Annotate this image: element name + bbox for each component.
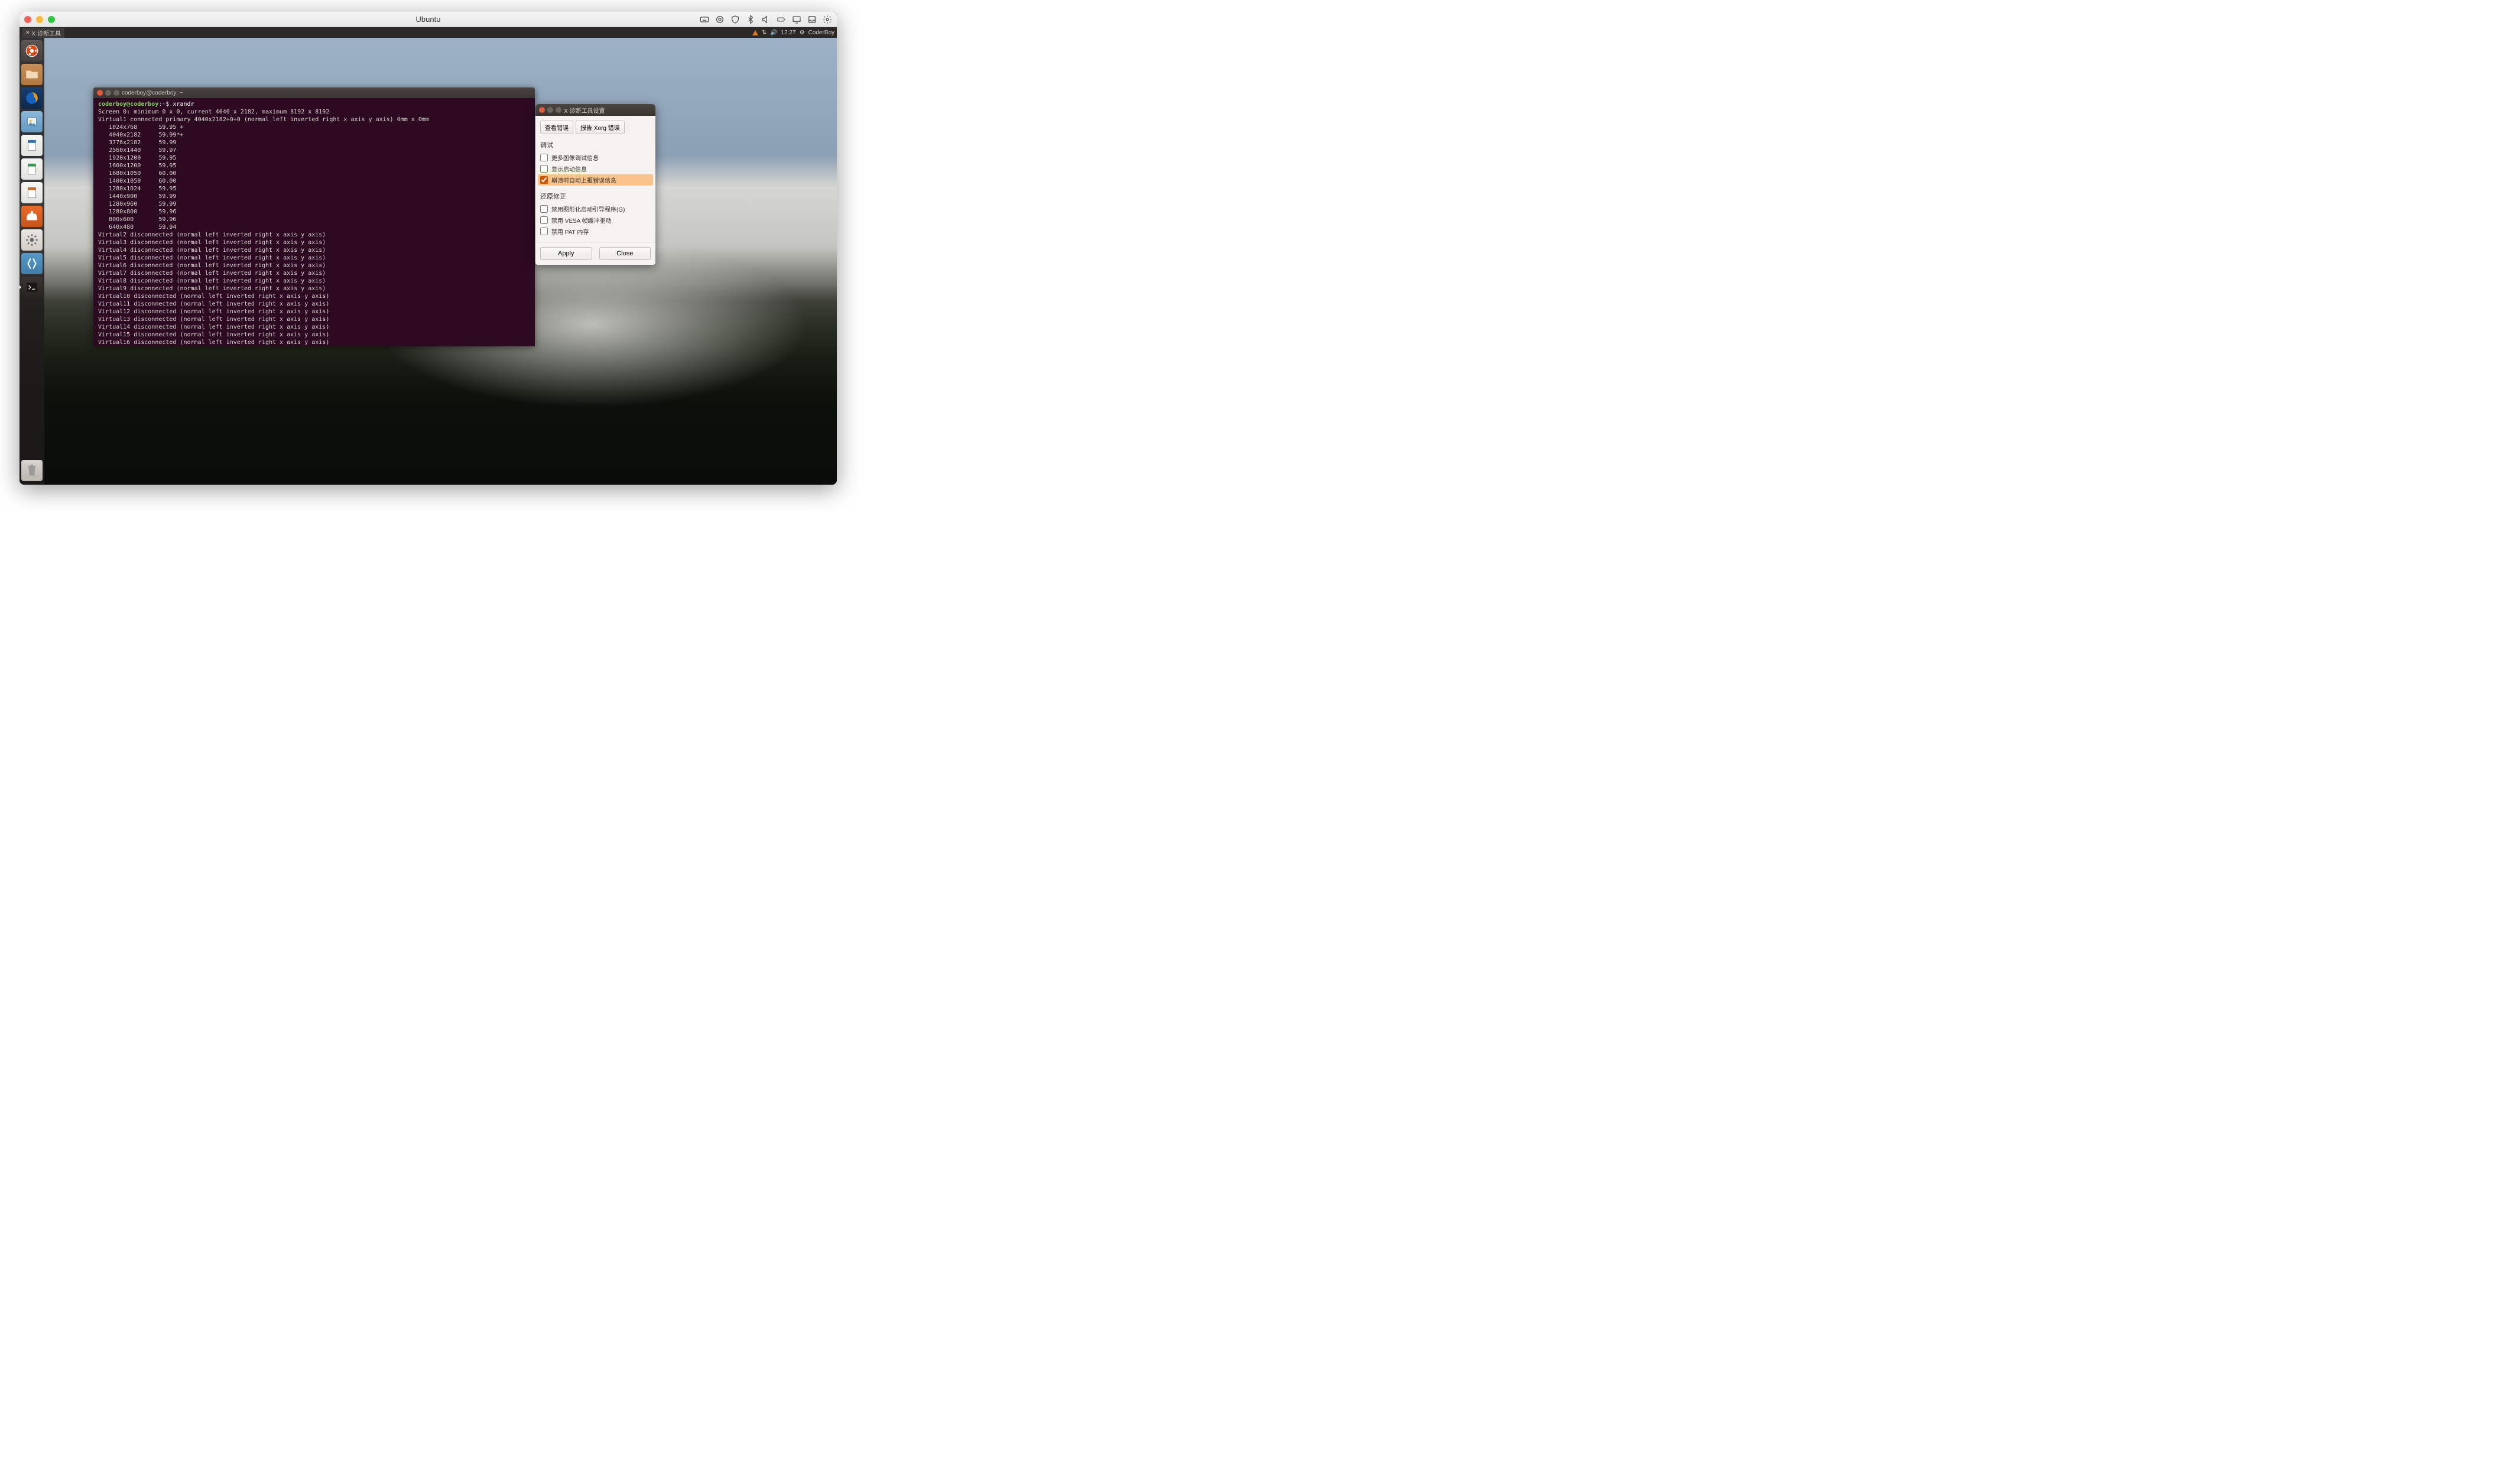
speaker-icon[interactable]	[761, 15, 771, 24]
launcher-terminal[interactable]	[21, 277, 43, 298]
terminal-title: coderboy@coderboy: ~	[122, 90, 183, 96]
apply-button[interactable]: Apply	[540, 247, 592, 260]
mac-titlebar: Ubuntu	[20, 12, 837, 27]
checkbox-disable-pat[interactable]: 禁用 PAT 内存	[540, 226, 651, 237]
battery-icon[interactable]	[777, 15, 786, 24]
xdiagnose-dialog: X 诊断工具设置 查看错误 报告 Xorg 错误 调试 更多图像调试信息 显示启…	[535, 104, 655, 265]
dialog-close-icon[interactable]	[539, 107, 545, 113]
tray-user-icon[interactable]: ⚙	[800, 30, 805, 36]
report-xorg-button[interactable]: 报告 Xorg 错误	[576, 121, 625, 134]
keyboard-icon[interactable]	[700, 15, 709, 24]
dialog-titlebar[interactable]: X 诊断工具设置	[535, 104, 655, 116]
view-errors-button[interactable]: 查看错误	[540, 121, 573, 134]
terminal-titlebar[interactable]: coderboy@coderboy: ~	[93, 87, 535, 98]
gnome-tray: ⇅ 🔊 12:27 ⚙ CoderBoy	[752, 30, 834, 36]
target-icon[interactable]	[715, 15, 725, 24]
close-button[interactable]: Close	[599, 247, 651, 260]
checkbox-more-debug[interactable]: 更多图像调试信息	[540, 152, 651, 163]
mac-menubar-icons	[700, 15, 832, 24]
launcher-impress[interactable]	[21, 182, 43, 203]
mac-zoom-button[interactable]	[48, 16, 55, 23]
tray-time[interactable]: 12:27	[781, 30, 796, 36]
topbar-app-tab[interactable]: ✕X 诊断工具	[22, 28, 64, 38]
launcher-settings[interactable]	[21, 229, 43, 251]
fix-section-title: 还原修正	[540, 192, 651, 201]
shield-icon[interactable]	[730, 15, 740, 24]
bluetooth-icon[interactable]	[746, 15, 755, 24]
mac-window: Ubuntu ✕X 诊断工具 ⇅ 🔊 12:27	[20, 12, 837, 485]
launcher-software[interactable]	[21, 206, 43, 227]
checkbox-disable-vesa[interactable]: 禁用 VESA 帧缓冲驱动	[540, 215, 651, 226]
dialog-minimize-icon[interactable]	[547, 107, 553, 113]
network-icon[interactable]: ⇅	[762, 30, 767, 36]
terminal-modes: 1024x768 59.95 + 4040x2182 59.99*+ 3776x…	[98, 124, 184, 231]
launcher-photos[interactable]	[21, 111, 43, 132]
launcher-writer[interactable]	[21, 135, 43, 156]
launcher-trash[interactable]	[21, 460, 43, 481]
mac-minimize-button[interactable]	[36, 16, 43, 23]
launcher-firefox[interactable]	[21, 87, 43, 109]
checkbox-auto-report[interactable]: 崩溃时自动上报错误信息	[538, 174, 653, 186]
unity-launcher	[20, 38, 44, 485]
notification-icon[interactable]	[752, 30, 758, 35]
launcher-calc[interactable]	[21, 158, 43, 180]
launcher-devtool[interactable]	[21, 253, 43, 274]
terminal-close-icon[interactable]	[97, 90, 103, 96]
launcher-files[interactable]	[21, 64, 43, 85]
debug-section-title: 调试	[540, 140, 651, 150]
gear-icon[interactable]	[823, 15, 832, 24]
dialog-maximize-icon[interactable]	[556, 107, 561, 113]
mac-close-button[interactable]	[24, 16, 31, 23]
dialog-title: X 诊断工具设置	[564, 106, 605, 115]
topbar-app-title: X 诊断工具	[32, 28, 61, 37]
ubuntu-desktop: ✕X 诊断工具 ⇅ 🔊 12:27 ⚙ CoderBoy	[20, 27, 837, 485]
tray-user[interactable]: CoderBoy	[808, 30, 834, 36]
terminal-window: coderboy@coderboy: ~ coderboy@coderboy:~…	[93, 87, 535, 346]
checkbox-show-boot[interactable]: 显示启动信息	[540, 163, 651, 174]
terminal-disconnected: Virtual2 disconnected (normal left inver…	[98, 232, 329, 346]
launcher-dash[interactable]	[21, 40, 43, 61]
terminal-body[interactable]: coderboy@coderboy:~$ xrandr Screen 0: mi…	[93, 98, 535, 346]
terminal-minimize-icon[interactable]	[105, 90, 111, 96]
checkbox-disable-graphical-boot[interactable]: 禁用图形化启动引导程序(G)	[540, 203, 651, 215]
terminal-maximize-icon[interactable]	[113, 90, 119, 96]
display-icon[interactable]	[792, 15, 801, 24]
gnome-topbar: ✕X 诊断工具 ⇅ 🔊 12:27 ⚙ CoderBoy	[20, 27, 837, 38]
tray-icon[interactable]	[807, 15, 817, 24]
sound-icon[interactable]: 🔊	[770, 30, 777, 36]
